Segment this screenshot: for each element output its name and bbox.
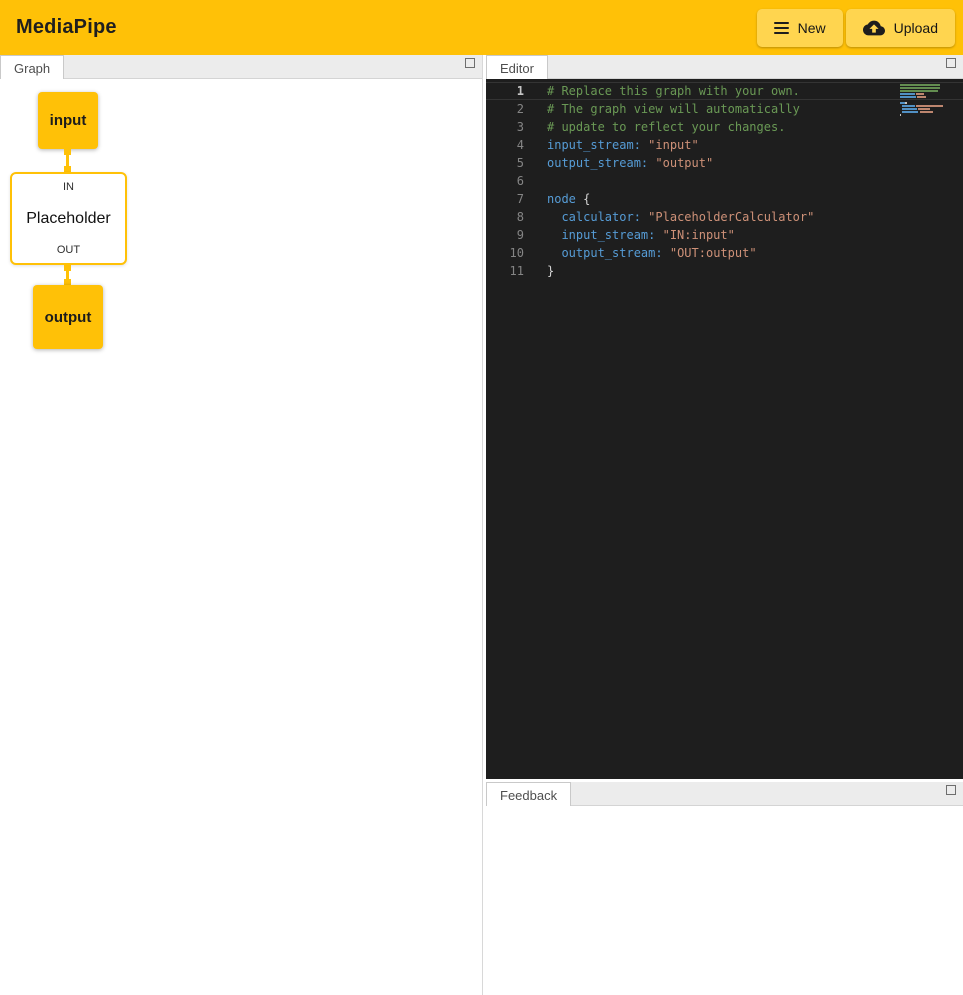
upload-button-label: Upload (894, 20, 938, 36)
upload-button[interactable]: Upload (846, 9, 955, 47)
code-text: output_stream: "output" (524, 154, 713, 172)
line-number: 5 (486, 154, 524, 172)
editor-panel: Editor 1# Replace this graph with your o… (486, 55, 963, 779)
main-area: Graph input IN Placeholder OUT output (0, 55, 963, 995)
code-line[interactable]: 2# The graph view will automatically (486, 100, 963, 118)
tab-feedback[interactable]: Feedback (486, 782, 571, 806)
line-number: 1 (486, 82, 524, 100)
code-text: # The graph view will automatically (524, 100, 800, 118)
tab-graph[interactable]: Graph (0, 55, 64, 79)
code-line[interactable]: 9 input_stream: "IN:input" (486, 226, 963, 244)
graph-edge (66, 149, 69, 172)
header-actions: New Upload (757, 9, 955, 47)
graph-node-output[interactable]: output (33, 285, 103, 349)
code-text: # Replace this graph with your own. (524, 82, 800, 100)
graph-node-input[interactable]: input (38, 92, 98, 149)
feedback-panel: Feedback (486, 782, 963, 995)
graph-node-placeholder[interactable]: IN Placeholder OUT (10, 172, 127, 265)
line-number: 4 (486, 136, 524, 154)
node-label: Placeholder (26, 210, 111, 228)
line-number: 11 (486, 262, 524, 280)
line-number: 8 (486, 208, 524, 226)
cloud-upload-icon (863, 17, 885, 39)
new-button-label: New (798, 20, 826, 36)
node-label: input (50, 112, 87, 129)
code-text: calculator: "PlaceholderCalculator" (524, 208, 814, 226)
code-line[interactable]: 10 output_stream: "OUT:output" (486, 244, 963, 262)
editor-popout-icon[interactable] (946, 58, 956, 68)
code-text: input_stream: "input" (524, 136, 699, 154)
code-line[interactable]: 8 calculator: "PlaceholderCalculator" (486, 208, 963, 226)
code-line[interactable]: 1# Replace this graph with your own. (486, 82, 963, 100)
line-number: 2 (486, 100, 524, 118)
code-text: } (524, 262, 554, 280)
graph-popout-icon[interactable] (465, 58, 475, 68)
feedback-popout-icon[interactable] (946, 785, 956, 795)
code-line[interactable]: 11} (486, 262, 963, 280)
input-port-label: IN (63, 181, 74, 193)
line-number: 10 (486, 244, 524, 262)
code-text: node { (524, 190, 590, 208)
code-line[interactable]: 5output_stream: "output" (486, 154, 963, 172)
line-number: 3 (486, 118, 524, 136)
node-label: output (45, 309, 92, 326)
app-header: MediaPipe New Upload (0, 0, 963, 55)
code-text: input_stream: "IN:input" (524, 226, 735, 244)
code-line[interactable]: 6 (486, 172, 963, 190)
editor-tabstrip: Editor (486, 55, 963, 79)
right-column: Editor 1# Replace this graph with your o… (486, 55, 963, 995)
code-text: output_stream: "OUT:output" (524, 244, 757, 262)
line-number: 6 (486, 172, 524, 190)
tab-editor[interactable]: Editor (486, 55, 548, 79)
line-number: 9 (486, 226, 524, 244)
feedback-tabstrip: Feedback (486, 782, 963, 806)
code-line[interactable]: 3# update to reflect your changes. (486, 118, 963, 136)
menu-icon (774, 22, 789, 34)
new-button[interactable]: New (757, 9, 843, 47)
graph-panel: Graph input IN Placeholder OUT output (0, 55, 483, 995)
code-line[interactable]: 4input_stream: "input" (486, 136, 963, 154)
code-line[interactable]: 7node { (486, 190, 963, 208)
graph-tabstrip: Graph (0, 55, 482, 79)
line-number: 7 (486, 190, 524, 208)
graph-edge (66, 265, 69, 285)
code-lines: 1# Replace this graph with your own.2# T… (486, 82, 963, 280)
code-text: # update to reflect your changes. (524, 118, 785, 136)
app: MediaPipe New Upload Graph (0, 0, 963, 995)
graph-canvas[interactable]: input IN Placeholder OUT output (0, 79, 482, 995)
app-title: MediaPipe (16, 16, 117, 39)
minimap[interactable] (900, 83, 946, 116)
output-port-label: OUT (57, 244, 80, 256)
code-text (524, 172, 547, 190)
feedback-body (486, 806, 963, 995)
code-editor[interactable]: 1# Replace this graph with your own.2# T… (486, 79, 963, 779)
